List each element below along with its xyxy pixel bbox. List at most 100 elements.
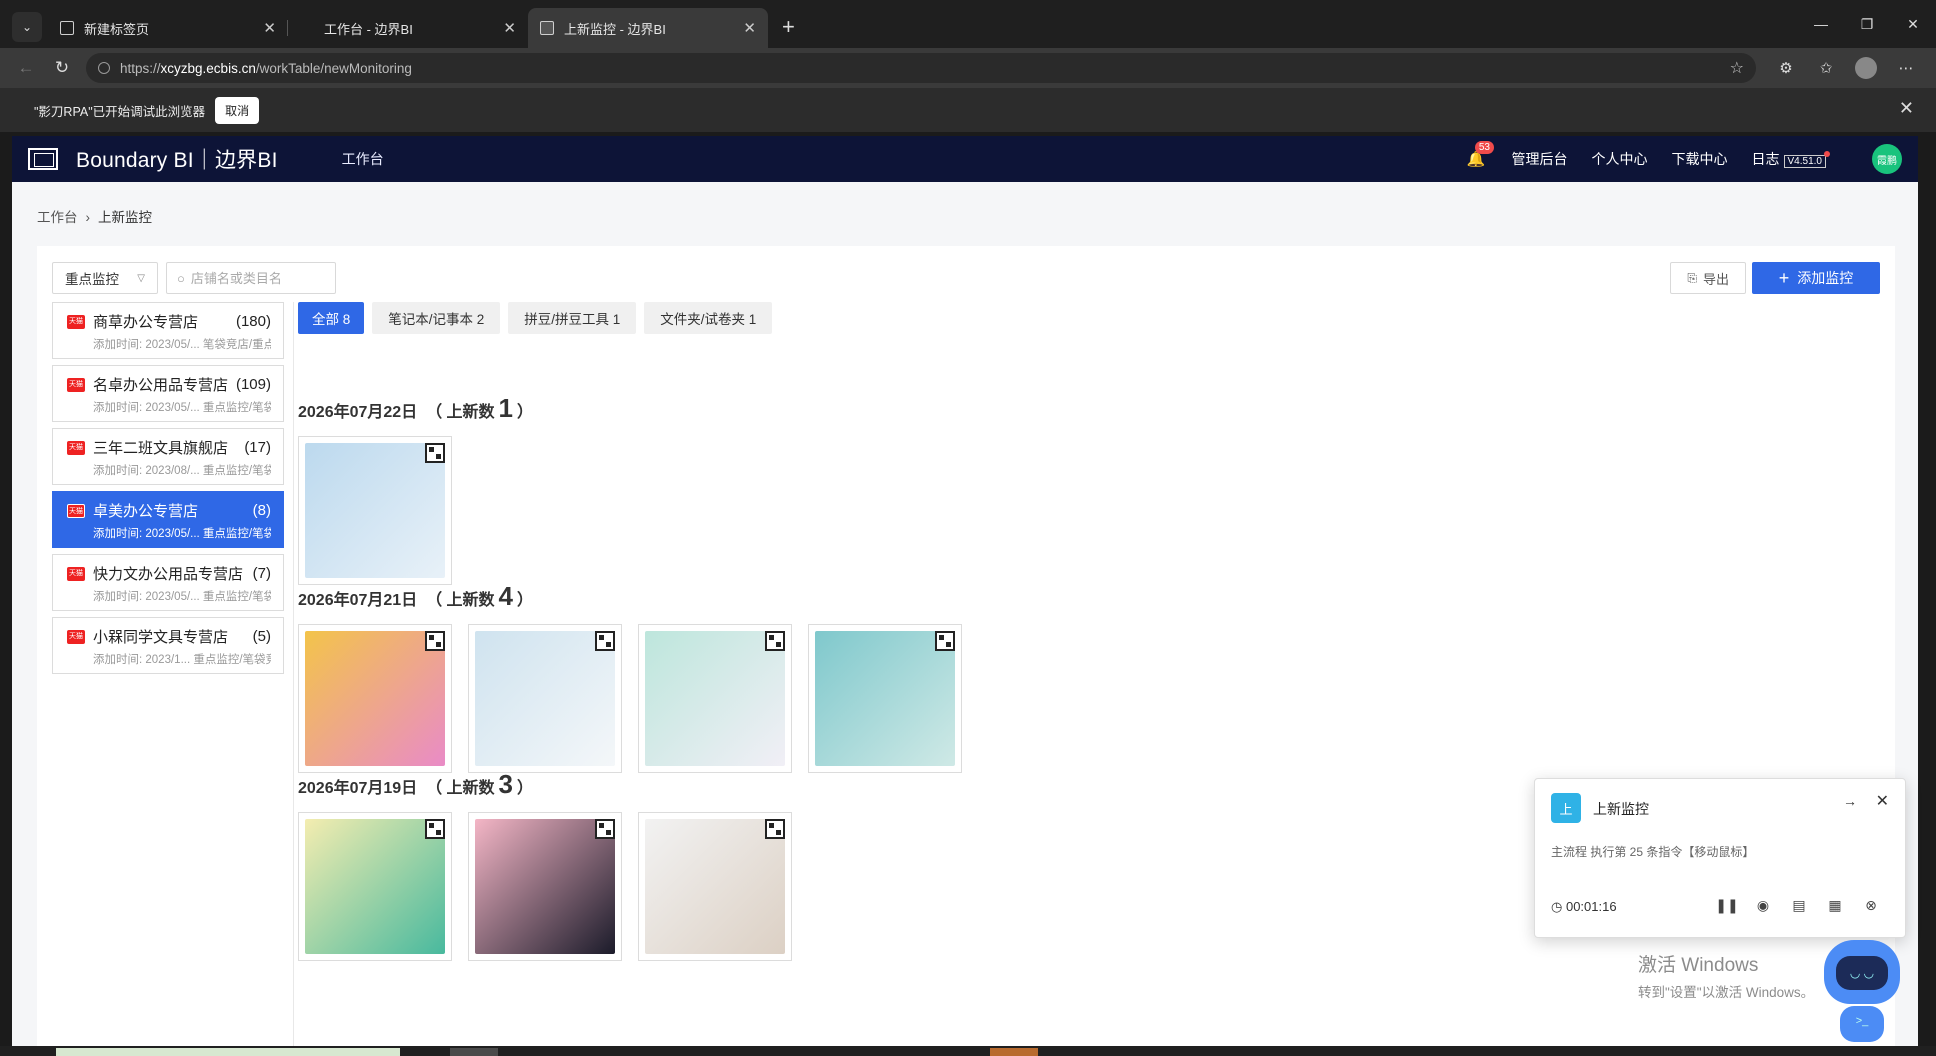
user-avatar[interactable]: 霞鹏	[1872, 144, 1902, 174]
qr-code-icon[interactable]	[595, 631, 615, 651]
close-icon[interactable]: ✕	[1876, 791, 1889, 811]
favorite-star-icon[interactable]: ☆	[1730, 58, 1744, 78]
notification-bell-icon[interactable]: 🔔 53	[1467, 141, 1494, 168]
shop-item[interactable]: 天猫 三年二班文具旗舰店 (17) 添加时间: 2023/08/... 重点监控/笔袋…	[52, 428, 284, 485]
nav-workbench[interactable]: 工作台	[342, 149, 384, 169]
close-tab-icon[interactable]: ✕	[503, 19, 516, 37]
table-icon[interactable]: ▦	[1817, 897, 1853, 914]
infobar-cancel-button[interactable]: 取消	[215, 96, 260, 124]
shop-count: (17)	[244, 439, 271, 456]
stop-icon[interactable]: ◉	[1745, 897, 1781, 914]
filter-row: 重点监控 ▽ ○	[52, 262, 336, 294]
url-path: /workTable/newMonitoring	[255, 60, 412, 76]
product-image	[645, 631, 785, 766]
qr-code-icon[interactable]	[765, 631, 785, 651]
browser-tab-3[interactable]: 上新监控 - 边界BI ✕	[528, 8, 768, 48]
shop-count: (109)	[235, 376, 271, 393]
extensions-icon[interactable]: ⚙	[1766, 59, 1806, 77]
product-thumbnail[interactable]	[298, 624, 452, 773]
taskbar-item[interactable]	[56, 1048, 400, 1056]
tab-actions-menu[interactable]: ⌄	[12, 12, 42, 42]
reload-icon[interactable]: ↻	[44, 58, 80, 78]
taskbar-item[interactable]	[450, 1048, 498, 1056]
day-title: 2026年07月19日 （ 上新数 3）	[298, 769, 808, 800]
shop-item[interactable]: 天猫 快力文办公用品专营店 (7) 添加时间: 2023/05/... 重点监控/笔袋…	[52, 554, 284, 611]
monitor-group-select[interactable]: 重点监控 ▽	[52, 262, 158, 294]
close-tab-icon[interactable]: ✕	[743, 19, 756, 37]
log-icon[interactable]: ▤	[1781, 897, 1817, 914]
shop-meta: 添加时间: 2023/08/... 重点监控/笔袋竞店	[93, 465, 271, 477]
qr-code-icon[interactable]	[425, 819, 445, 839]
qr-code-icon[interactable]	[425, 443, 445, 463]
day-date: 2026年07月21日	[298, 592, 418, 609]
day-group: 2026年07月21日 （ 上新数 4）	[298, 581, 978, 773]
day-title: 2026年07月22日 （ 上新数 1）	[298, 393, 533, 424]
qr-code-icon[interactable]	[595, 819, 615, 839]
tmall-icon: 天猫	[67, 441, 85, 455]
product-image	[305, 819, 445, 954]
close-tab-icon[interactable]: ✕	[263, 19, 276, 37]
nav-admin[interactable]: 管理后台	[1512, 149, 1568, 169]
export-button[interactable]: ⎘ 导出	[1670, 262, 1746, 294]
product-thumbnail[interactable]	[468, 812, 622, 961]
shop-item[interactable]: 天猫卓美办公专营店 (8) 添加时间: 2023/05/... 重点监控/笔袋竞店	[52, 491, 284, 548]
product-thumbnail[interactable]	[298, 436, 452, 585]
url-host: xcyzbg.ecbis.cn	[160, 60, 256, 76]
browser-tab-1[interactable]: 新建标签页 ✕	[48, 8, 288, 48]
infobar-close-icon[interactable]: ✕	[1899, 98, 1914, 119]
restore-icon[interactable]: ❐	[1844, 16, 1890, 33]
day-suffix: ）	[517, 780, 534, 797]
minimize-icon[interactable]: —	[1798, 16, 1844, 32]
nav-download-center[interactable]: 下载中心	[1672, 149, 1728, 169]
qr-code-icon[interactable]	[765, 819, 785, 839]
url-field[interactable]: https://xcyzbg.ecbis.cn/workTable/newMon…	[86, 53, 1756, 83]
nav-right: 🔔 53 管理后台 个人中心 下载中心 日志 V4.51.0 霞鹏	[1467, 141, 1918, 174]
product-thumbnail[interactable]	[638, 624, 792, 773]
infobar-text: "影刀RPA"已开始调试此浏览器	[34, 104, 206, 119]
product-thumbnail[interactable]	[808, 624, 962, 773]
favorites-icon[interactable]: ✩	[1806, 59, 1846, 77]
product-thumbnails	[298, 436, 533, 585]
panel-actions: ⎘ 导出 + 添加监控	[1670, 262, 1880, 294]
rpa-controls: ❚❚ ◉ ▤ ▦ ⊗	[1709, 897, 1889, 914]
day-prefix: （ 上新数	[426, 592, 495, 609]
new-tab-icon[interactable]: +	[782, 14, 795, 40]
notification-badge: 53	[1474, 141, 1494, 154]
qr-code-icon[interactable]	[425, 631, 445, 651]
tab-title: 上新监控 - 边界BI	[564, 21, 666, 37]
shop-search[interactable]: ○	[166, 262, 336, 294]
category-tab[interactable]: 拼豆/拼豆工具 1	[508, 302, 637, 334]
profile-avatar[interactable]	[1855, 57, 1877, 79]
nav-log[interactable]: 日志 V4.51.0	[1752, 149, 1826, 169]
tmall-icon: 天猫	[67, 567, 85, 581]
rpa-robot-mascot[interactable]: ◡ ◡ >_	[1818, 936, 1906, 1048]
site-info-icon[interactable]	[98, 62, 110, 74]
taskbar-item[interactable]	[990, 1048, 1038, 1056]
shop-item[interactable]: 天猫商草办公专营店(180)添加时间: 2023/05/... 笔袋竞店/重点监…	[52, 302, 284, 359]
close-window-icon[interactable]: ✕	[1890, 16, 1936, 33]
settings-icon[interactable]: ⊗	[1853, 897, 1889, 914]
category-tab[interactable]: 笔记本/记事本 2	[372, 302, 501, 334]
more-menu-icon[interactable]: ⋯	[1886, 59, 1926, 77]
page-icon	[540, 21, 554, 35]
product-thumbnail[interactable]	[638, 812, 792, 961]
search-input[interactable]	[190, 270, 321, 286]
breadcrumb-root[interactable]: 工作台	[37, 210, 78, 225]
nav-personal-center[interactable]: 个人中心	[1592, 149, 1648, 169]
shop-item[interactable]: 天猫 小槑同学文具专营店 (5) 添加时间: 2023/1... 重点监控/笔袋竞..…	[52, 617, 284, 674]
product-image	[475, 631, 615, 766]
add-monitor-button[interactable]: + 添加监控	[1752, 262, 1880, 294]
pause-icon[interactable]: ❚❚	[1709, 897, 1745, 914]
browser-tab-2[interactable]: 工作台 - 边界BI ✕	[288, 8, 528, 48]
category-tab[interactable]: 文件夹/试卷夹 1	[644, 302, 773, 334]
arrow-right-icon[interactable]: →	[1843, 793, 1857, 809]
shop-item[interactable]: 天猫 名卓办公用品专营店 (109) 添加时间: 2023/05/... 重点监控/笔…	[52, 365, 284, 422]
category-tab[interactable]: 全部 8	[298, 302, 365, 334]
product-thumbnail[interactable]	[468, 624, 622, 773]
day-group: 2026年07月19日 （ 上新数 3）	[298, 769, 808, 961]
browser-toolbar: ⚙ ✩ ⋯	[1766, 57, 1936, 79]
product-thumbnail[interactable]	[298, 812, 452, 961]
shop-meta: 添加时间: 2023/05/... 重点监控/笔袋竞店	[93, 528, 271, 540]
back-icon[interactable]: ←	[8, 58, 44, 78]
qr-code-icon[interactable]	[935, 631, 955, 651]
